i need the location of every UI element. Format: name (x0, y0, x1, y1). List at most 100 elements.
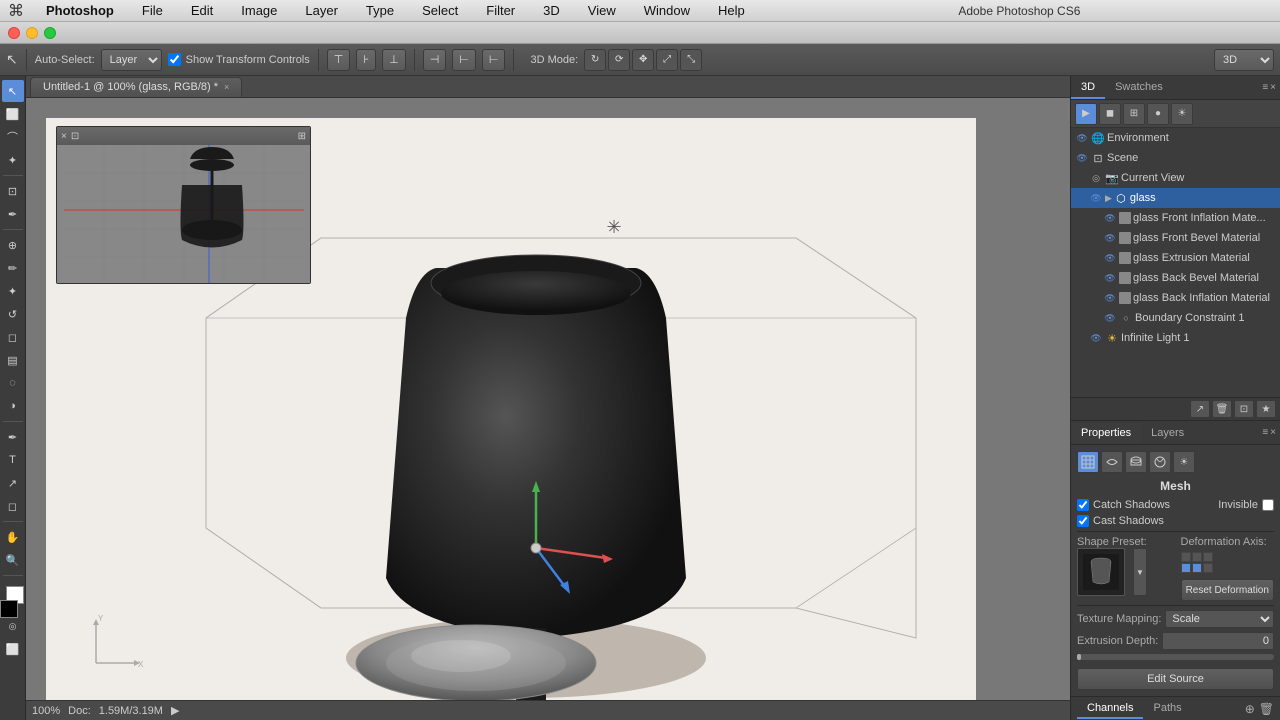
eye-icon-scene[interactable]: 👁 (1075, 151, 1089, 165)
crop-tool[interactable]: ⊡ (2, 180, 24, 202)
deform-grid-cell-active[interactable] (1181, 563, 1191, 573)
document-tab[interactable]: Untitled-1 @ 100% (glass, RGB/8) * × (30, 77, 242, 97)
props-icon-scene[interactable]: ☀ (1173, 451, 1195, 473)
menu-photoshop[interactable]: Photoshop (40, 1, 120, 20)
catch-shadows-checkbox[interactable] (1077, 499, 1089, 511)
thumb-action[interactable]: ⊞ (298, 131, 306, 142)
move-tool-icon[interactable]: ↖ (6, 51, 18, 68)
auto-select-dropdown[interactable]: Layer Group (101, 49, 162, 71)
eye-icon-current-view[interactable]: ◎ (1089, 171, 1103, 185)
bottom-panel-delete[interactable]: 🗑 (1259, 702, 1274, 716)
align-vcenter-btn[interactable]: ⊦ (356, 49, 376, 71)
tree-item-glass-front-inflation[interactable]: 👁 glass Front Inflation Mate... (1071, 208, 1280, 228)
tree-item-environment[interactable]: 👁 🌐 Environment (1071, 128, 1280, 148)
panel-delete-btn[interactable]: 🗑 (1212, 400, 1232, 418)
panel-scene-btn[interactable]: ⊡ (1234, 400, 1254, 418)
shape-tool[interactable]: ◻ (2, 495, 24, 517)
align-bottom-btn[interactable]: ⊥ (382, 49, 406, 71)
tab-swatches[interactable]: Swatches (1105, 77, 1173, 99)
color-swatches[interactable] (2, 584, 24, 610)
tree-item-infinite-light[interactable]: 👁 ☀ Infinite Light 1 (1071, 328, 1280, 348)
move-tool[interactable]: ↖ (2, 80, 24, 102)
eye-icon-glass[interactable]: 👁 (1089, 191, 1103, 205)
edit-source-btn[interactable]: Edit Source (1077, 668, 1274, 690)
canvas-container[interactable]: × ⊡ ⊞ (26, 98, 1070, 700)
menu-view[interactable]: View (582, 1, 622, 20)
menu-image[interactable]: Image (235, 1, 283, 20)
align-top-btn[interactable]: ⊤ (327, 49, 351, 71)
path-select-tool[interactable]: ↗ (2, 472, 24, 494)
3d-camera-btn[interactable]: ☀ (1171, 103, 1193, 125)
panel-close-btn[interactable]: × (1270, 82, 1276, 93)
gradient-tool[interactable]: ▤ (2, 349, 24, 371)
tab-properties[interactable]: Properties (1071, 423, 1141, 443)
history-brush-tool[interactable]: ↺ (2, 303, 24, 325)
reset-deformation-btn[interactable]: Reset Deformation (1181, 579, 1275, 601)
menu-help[interactable]: Help (712, 1, 751, 20)
3d-mode-select[interactable]: 3D (1214, 49, 1274, 71)
eye-icon-glass-front-bevel[interactable]: 👁 (1103, 231, 1117, 245)
tree-item-glass-front-bevel[interactable]: 👁 glass Front Bevel Material (1071, 228, 1280, 248)
tab-close-btn[interactable]: × (224, 82, 229, 92)
invisible-checkbox[interactable] (1262, 499, 1274, 511)
deform-grid-cell-active[interactable] (1192, 563, 1202, 573)
magic-wand-tool[interactable]: ✦ (2, 149, 24, 171)
menu-edit[interactable]: Edit (185, 1, 219, 20)
apple-menu[interactable]: ⌘ (8, 1, 24, 21)
extrusion-depth-input[interactable] (1162, 632, 1274, 650)
panel-add-btn[interactable]: ↗ (1190, 400, 1210, 418)
maximize-button[interactable] (44, 27, 56, 39)
texture-mapping-select[interactable]: Scale Tile Fit (1165, 610, 1274, 628)
cast-shadows-checkbox[interactable] (1077, 515, 1089, 527)
deform-grid-cell[interactable] (1203, 552, 1213, 562)
tab-paths[interactable]: Paths (1143, 699, 1191, 719)
tree-item-scene[interactable]: 👁 ⊡ Scene (1071, 148, 1280, 168)
clone-stamp-tool[interactable]: ✦ (2, 280, 24, 302)
hand-tool[interactable]: ✋ (2, 526, 24, 548)
eye-icon-environment[interactable]: 👁 (1075, 131, 1089, 145)
eye-icon-glass-extrusion[interactable]: 👁 (1103, 251, 1117, 265)
3d-light-btn[interactable]: ● (1147, 103, 1169, 125)
lasso-tool[interactable]: ⌒ (2, 126, 24, 148)
eyedropper-tool[interactable]: ✒ (2, 203, 24, 225)
zoom-tool[interactable]: 🔍 (2, 549, 24, 571)
props-icon-deform[interactable] (1101, 451, 1123, 473)
extrusion-slider-thumb[interactable] (1077, 654, 1081, 660)
thumb-icon[interactable]: ⊡ (71, 131, 79, 142)
tree-item-boundary-constraint[interactable]: 👁 ○ Boundary Constraint 1 (1071, 308, 1280, 328)
menu-file[interactable]: File (136, 1, 169, 20)
type-tool[interactable]: T (2, 449, 24, 471)
3d-rotate-btn[interactable]: ↻ (584, 49, 606, 71)
dodge-tool[interactable]: ◑ (2, 395, 24, 417)
shape-preset-thumbnail[interactable] (1077, 548, 1125, 596)
tree-item-current-view[interactable]: ◎ 📷 Current View (1071, 168, 1280, 188)
tree-item-glass-extrusion[interactable]: 👁 glass Extrusion Material (1071, 248, 1280, 268)
3d-material-btn[interactable]: ⊞ (1123, 103, 1145, 125)
menu-select[interactable]: Select (416, 1, 464, 20)
tree-item-glass-back-bevel[interactable]: 👁 glass Back Bevel Material (1071, 268, 1280, 288)
screen-mode-btn[interactable]: ⬜ (2, 638, 24, 660)
menu-type[interactable]: Type (360, 1, 400, 20)
deform-grid-cell[interactable] (1192, 552, 1202, 562)
3d-scale-btn[interactable]: ⤡ (680, 49, 702, 71)
tab-layers[interactable]: Layers (1141, 423, 1194, 443)
3d-pan-btn[interactable]: ✥ (632, 49, 654, 71)
props-icon-material[interactable] (1149, 451, 1171, 473)
props-panel-close[interactable]: × (1270, 427, 1276, 438)
eye-icon-glass-front-inflation[interactable]: 👁 (1103, 211, 1117, 225)
props-icon-mesh[interactable] (1077, 451, 1099, 473)
pen-tool[interactable]: ✒ (2, 426, 24, 448)
thumb-close[interactable]: × (61, 131, 67, 142)
extrusion-slider-track[interactable] (1077, 654, 1274, 660)
close-button[interactable] (8, 27, 20, 39)
3d-scene-btn[interactable]: ▶ (1075, 103, 1097, 125)
tab-channels[interactable]: Channels (1077, 699, 1143, 719)
tab-3d[interactable]: 3D (1071, 77, 1105, 99)
menu-window[interactable]: Window (638, 1, 696, 20)
3d-slide-btn[interactable]: ⤢ (656, 49, 678, 71)
foreground-color-swatch[interactable] (0, 600, 18, 618)
menu-filter[interactable]: Filter (480, 1, 521, 20)
bottom-panel-add[interactable]: ⊕ (1245, 702, 1255, 716)
tree-item-glass-back-inflation[interactable]: 👁 glass Back Inflation Material (1071, 288, 1280, 308)
align-right-btn[interactable]: ⊢ (482, 49, 506, 71)
